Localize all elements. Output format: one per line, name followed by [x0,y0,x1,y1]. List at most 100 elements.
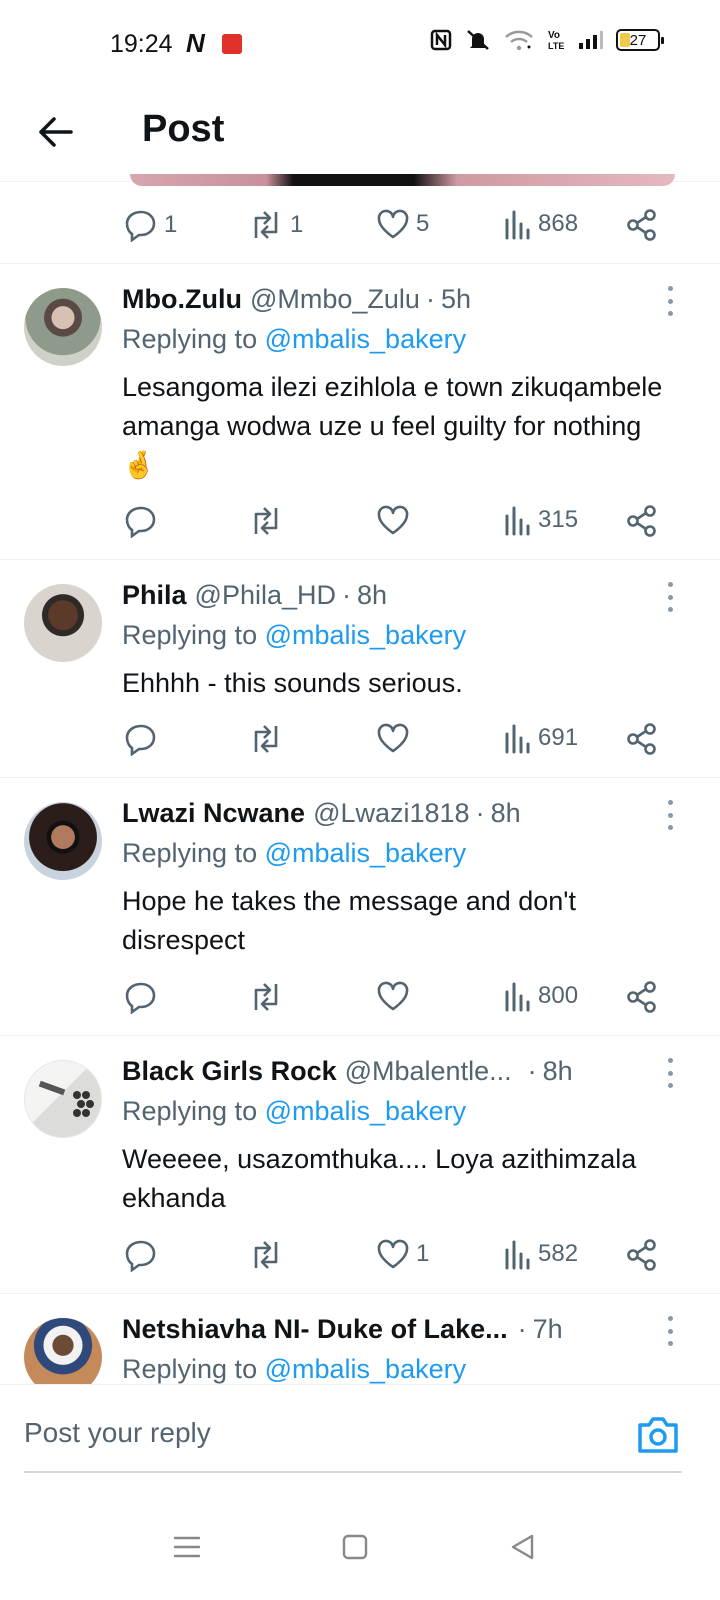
mention-link[interactable]: @mbalis_bakery [265,1096,467,1126]
mention-link[interactable]: @mbalis_bakery [265,1354,467,1384]
reply-item[interactable]: Phila @Phila_HD · 8h Replying to @mbalis… [0,560,720,778]
like-action[interactable]: 1 [376,1238,429,1270]
repost-action[interactable] [248,504,284,538]
share-action[interactable] [626,980,658,1014]
reply-action[interactable]: 1 [124,208,177,242]
home-button[interactable] [330,1522,380,1572]
camera-button[interactable] [636,1415,680,1455]
reply-item[interactable]: Mbo.Zulu @Mmbo_Zulu · 5h Replying to @mb… [0,264,720,560]
more-options-button[interactable] [660,800,680,830]
display-name[interactable]: Lwazi Ncwane [122,798,305,829]
user-handle[interactable]: @Mmbo_Zulu [250,284,420,315]
main-post-action-bar: 1 1 5 868 [0,186,720,264]
mention-link[interactable]: @mbalis_bakery [265,324,467,354]
share-action[interactable] [626,208,658,242]
display-name[interactable]: Mbo.Zulu [122,284,242,315]
reply-input[interactable] [24,1417,584,1449]
views-action[interactable]: 868 [504,208,578,240]
reply-item[interactable]: Black Girls Rock @Mbalentle... · 8h Repl… [0,1036,720,1294]
more-dot-icon [667,582,673,587]
reply-text: Weeeee, usazomthuka.... Loya azithimzala… [122,1144,637,1213]
reply-action[interactable] [124,504,158,538]
reply-action[interactable] [124,980,158,1014]
replying-to-label: Replying to [122,620,258,650]
separator-dot: · [527,1056,537,1086]
timestamp: 5h [440,284,471,314]
like-action[interactable]: 5 [376,208,429,240]
mention-link[interactable]: @mbalis_bakery [265,838,467,868]
views-action[interactable]: 691 [504,722,578,754]
separator-dot: · [425,284,435,314]
avatar[interactable] [24,1060,102,1138]
user-handle[interactable]: @Lwazi1818 [313,798,470,829]
share-action[interactable] [626,504,658,538]
views-action[interactable]: 582 [504,1238,578,1270]
more-dot-icon [667,286,673,291]
battery-indicator: 27 [616,29,664,51]
reply-icon [125,210,156,242]
reply-icon [125,724,156,756]
avatar[interactable] [24,584,102,662]
avatar[interactable] [24,802,102,880]
display-name[interactable]: Black Girls Rock [122,1056,337,1087]
heart-icon [377,1239,409,1269]
like-count: 5 [416,210,430,237]
repost-action[interactable] [248,722,284,756]
triangle-back-icon [511,1534,534,1560]
share-icon [627,505,656,537]
avatar[interactable] [24,1318,102,1384]
nfc-icon [430,29,452,51]
views-action[interactable]: 800 [504,980,578,1012]
views-count: 582 [538,1240,579,1267]
views-action[interactable]: 315 [504,504,578,536]
like-action[interactable] [376,722,410,754]
more-dot-icon [667,812,673,818]
share-action[interactable] [626,1238,658,1272]
signal-icon [578,30,604,50]
separator-dot: · [342,580,351,610]
more-options-button[interactable] [660,1058,680,1088]
post-media-bottom[interactable] [130,174,675,186]
more-options-button[interactable] [660,286,680,316]
display-name[interactable]: Phila [122,580,187,611]
share-icon [627,981,656,1013]
reply-item[interactable]: Lwazi Ncwane @Lwazi1818 · 8h Replying to… [0,778,720,1036]
status-time: 19:24 [110,30,173,58]
system-back-button[interactable] [498,1522,548,1572]
reply-action[interactable] [124,1238,158,1272]
repost-icon [254,1241,278,1269]
more-dot-icon [667,1341,673,1346]
recent-apps-button[interactable] [162,1522,212,1572]
repost-icon [254,725,278,753]
app-notification-icon [222,34,242,54]
user-handle[interactable]: @Mbalentle... [345,1056,512,1087]
repost-action[interactable] [248,980,284,1014]
share-icon [627,1239,656,1271]
page-title: Post [142,108,225,150]
share-icon [627,723,656,755]
replying-to: Replying to @mbalis_bakery [122,620,466,651]
reply-icon [125,506,156,538]
user-handle[interactable]: @Phila_HD [195,580,336,611]
svg-text:Vo: Vo [548,30,560,41]
more-options-button[interactable] [660,582,680,612]
repost-icon [254,211,278,239]
reply-composer [0,1384,720,1494]
timestamp: 8h [357,580,388,610]
timestamp: 8h [542,1056,573,1086]
repost-action[interactable] [248,1238,284,1272]
reply-item[interactable]: Netshiavha NI- Duke of Lake... · 7h Repl… [0,1294,720,1384]
reply-action[interactable] [124,722,158,756]
like-action[interactable] [376,980,410,1012]
mention-link[interactable]: @mbalis_bakery [265,620,467,650]
back-button[interactable] [32,108,80,156]
more-options-button[interactable] [660,1316,680,1346]
heart-icon [377,505,409,535]
repost-action[interactable]: 1 [248,208,303,242]
like-action[interactable] [376,504,410,536]
share-action[interactable] [626,722,658,756]
display-name[interactable]: Netshiavha NI- Duke of Lake... [122,1314,508,1345]
avatar[interactable] [24,288,102,366]
reply-text: Hope he takes the message and don't disr… [122,886,576,955]
replying-to: Replying to @mbalis_bakery [122,838,466,869]
